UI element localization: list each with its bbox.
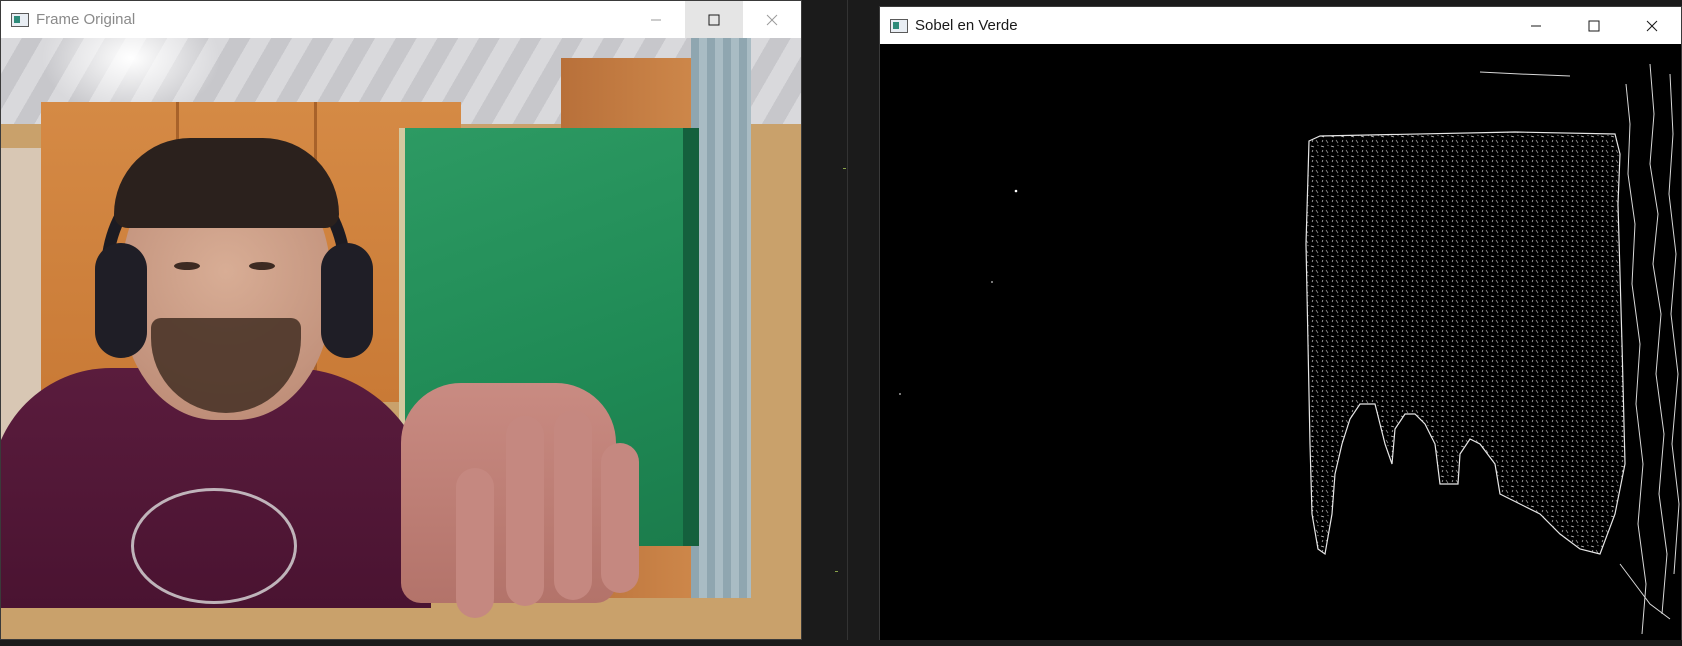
close-button[interactable]	[1623, 7, 1681, 44]
edge-speck	[991, 281, 993, 283]
minimize-icon	[1531, 25, 1541, 26]
title-bar[interactable]: Frame Original	[1, 1, 801, 38]
ide-divider	[847, 0, 848, 646]
close-button[interactable]	[743, 1, 801, 38]
window-title: Frame Original	[36, 11, 136, 28]
book-edge-region	[1305, 131, 1626, 556]
frame-original-window[interactable]: Frame Original	[0, 0, 802, 640]
maximize-icon	[708, 14, 720, 25]
title-bar[interactable]: Sobel en Verde	[880, 7, 1681, 44]
sobel-window[interactable]: Sobel en Verde	[879, 6, 1682, 644]
close-icon	[766, 14, 778, 25]
maximize-button[interactable]	[1565, 7, 1623, 44]
edge-speck	[899, 393, 901, 395]
ide-marker	[835, 571, 838, 572]
webcam-frame	[1, 38, 801, 639]
sobel-edge-image	[880, 44, 1681, 643]
edge-speck	[1014, 189, 1018, 193]
webcam-image	[1, 38, 801, 639]
maximize-button[interactable]	[685, 1, 743, 38]
opencv-window-icon	[11, 12, 29, 27]
opencv-window-icon	[890, 18, 908, 33]
minimize-button[interactable]	[627, 1, 685, 38]
ide-marker	[843, 168, 846, 169]
minimize-button[interactable]	[1507, 7, 1565, 44]
minimize-icon	[651, 19, 661, 20]
window-title: Sobel en Verde	[915, 17, 1018, 34]
maximize-icon	[1588, 20, 1600, 31]
ide-bottom-strip	[0, 640, 1682, 646]
close-icon	[1646, 20, 1658, 31]
sobel-output	[880, 44, 1681, 643]
